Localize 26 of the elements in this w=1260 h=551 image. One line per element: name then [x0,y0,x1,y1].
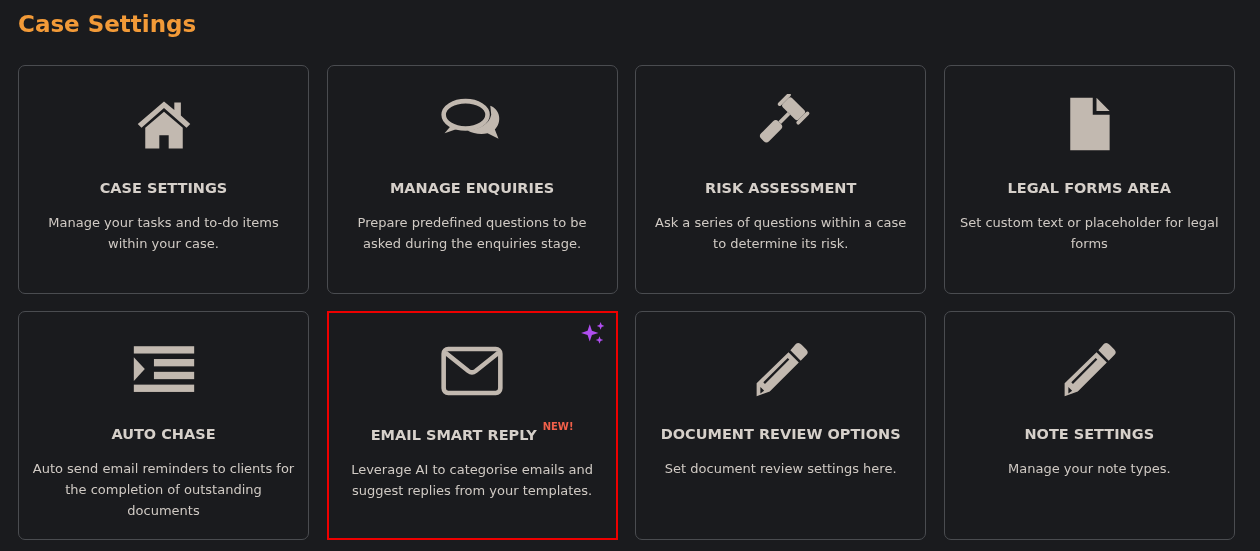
settings-card[interactable]: AUTO CHASE Auto send email reminders to clients for the completion of outstanding documents [18,311,309,540]
card-title: AUTO CHASE [111,425,216,444]
card-title: LEGAL FORMS AREA [1007,179,1171,198]
card-description: Ask a series of questions within a case to determine its risk. [654,214,908,253]
card-title: NOTE SETTINGS [1024,425,1155,444]
card-description: Manage your tasks and to-do items within your case. [47,214,280,253]
card-description: Prepare predefined questions to be asked during the enquiries stage. [356,214,588,253]
settings-card[interactable]: NOTE SETTINGS Manage your note types. [943,311,1235,540]
card-description: Manage your note types. [1008,460,1171,478]
card-title: EMAIL SMART REPLY [370,426,537,445]
new-label: NEW! [542,421,574,433]
card-title: RISK ASSESSMENT [705,179,857,198]
settings-card[interactable]: DOCUMENT REVIEW OPTIONS Set document review settings here. [635,311,927,540]
card-title: DOCUMENT REVIEW OPTIONS [660,425,901,444]
card-description: Auto send email reminders to clients for the completion of outstanding documents [31,460,296,520]
settings-card[interactable]: LEGAL FORMS AREA Set custom text or placeholder for legal forms [943,65,1235,294]
card-description: Set custom text or placeholder for legal forms [958,214,1220,253]
card-description: Leverage AI to categorise emails and suggest replies from your templates. [350,461,595,500]
card-title: CASE SETTINGS [99,179,228,198]
page-title: Case Settings [18,10,197,38]
card-description: Set document review settings here. [664,460,897,478]
settings-card[interactable]: CASE SETTINGS Manage your tasks and to-do items within your case. [18,65,309,294]
settings-card[interactable]: EMAIL SMART REPLY NEW! Leverage AI to categorise emails and suggest replies from your templates. [326,311,618,540]
settings-card[interactable]: RISK ASSESSMENT Ask a series of questions within a case to determine its risk. [635,65,927,294]
settings-card[interactable]: MANAGE ENQUIRIES Prepare predefined questions to be asked during the enquiries stage. [326,65,618,294]
card-title: MANAGE ENQUIRIES [389,179,555,198]
